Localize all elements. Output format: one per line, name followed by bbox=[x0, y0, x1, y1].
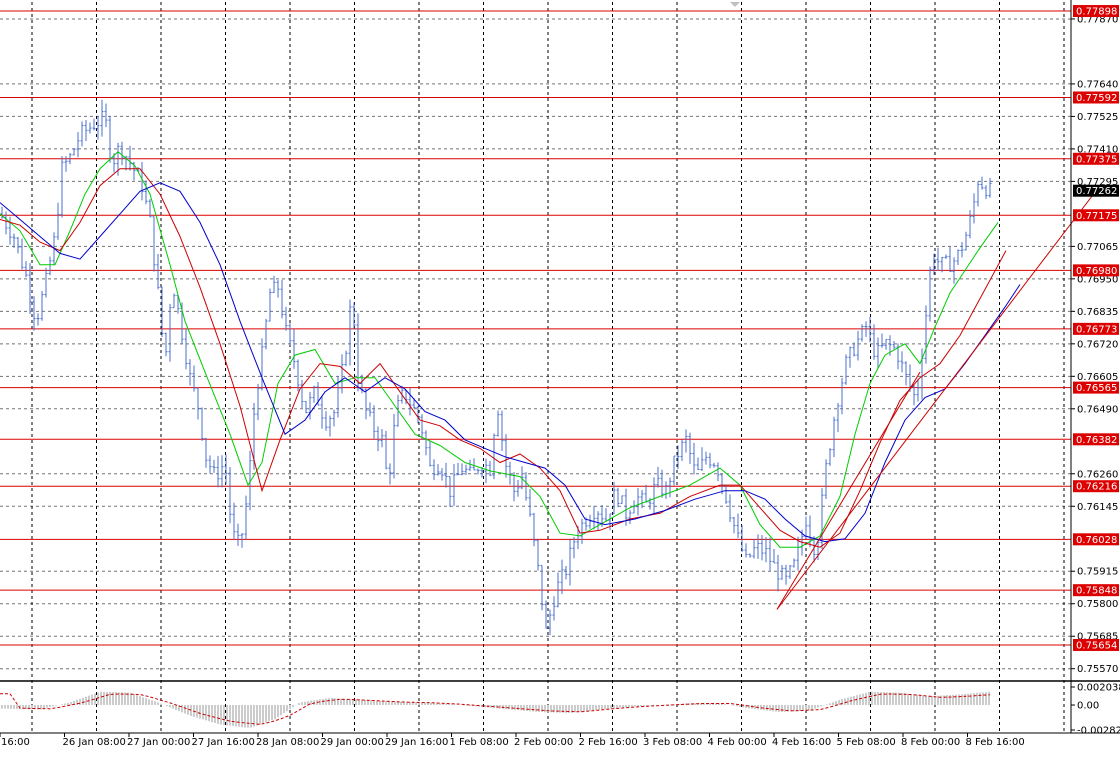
chart-root: 0.77870 0.77640 0.77525 0.77410 0.77295 0.770… bbox=[0, 0, 1120, 758]
osc-y-tick-label: 0.00 bbox=[1077, 701, 1099, 712]
y-tick-label: 0.76145 bbox=[1077, 502, 1118, 513]
x-tick-label: 2 Feb 16:00 bbox=[579, 737, 638, 748]
level-label: 0.75848 bbox=[1076, 586, 1117, 597]
y-tick-label: 0.77525 bbox=[1077, 112, 1118, 123]
x-tick-label: 1 Feb 08:00 bbox=[450, 737, 509, 748]
y-tick-label: 0.75800 bbox=[1077, 599, 1118, 610]
y-tick-label: 0.76605 bbox=[1077, 372, 1118, 383]
level-label: 0.76565 bbox=[1076, 383, 1117, 394]
level-label: 0.76980 bbox=[1076, 266, 1117, 277]
y-tick-label: 0.76490 bbox=[1077, 404, 1118, 415]
level-label: 0.77592 bbox=[1076, 93, 1117, 104]
x-tick-label: 28 Jan 08:00 bbox=[256, 737, 319, 748]
x-tick-label: 4 Feb 16:00 bbox=[772, 737, 831, 748]
y-tick-label: 0.77640 bbox=[1077, 79, 1118, 90]
x-tick-label: 27 Jan 00:00 bbox=[127, 737, 190, 748]
x-tick-label: 16:00 bbox=[1, 737, 30, 748]
x-tick-label: 8 Feb 16:00 bbox=[966, 737, 1025, 748]
osc-y-tick-label: -0.002822 bbox=[1077, 726, 1120, 737]
y-tick-label: 0.76720 bbox=[1077, 339, 1118, 350]
x-tick-label: 29 Jan 16:00 bbox=[385, 737, 448, 748]
y-tick-label: 0.75570 bbox=[1077, 664, 1118, 675]
x-tick-label: 29 Jan 00:00 bbox=[321, 737, 384, 748]
level-label: 0.75654 bbox=[1076, 640, 1117, 651]
level-label: 0.77898 bbox=[1076, 7, 1117, 18]
x-tick-label: 3 Feb 08:00 bbox=[643, 737, 702, 748]
current-price-label: 0.77262 bbox=[1076, 186, 1117, 197]
level-label: 0.76216 bbox=[1076, 482, 1117, 493]
x-tick-label: 4 Feb 00:00 bbox=[708, 737, 767, 748]
level-label: 0.77175 bbox=[1076, 211, 1117, 222]
level-label: 0.76382 bbox=[1076, 435, 1117, 446]
x-tick-label: 5 Feb 08:00 bbox=[837, 737, 896, 748]
level-label: 0.77375 bbox=[1076, 154, 1117, 165]
x-tick-label: 27 Jan 16:00 bbox=[192, 737, 255, 748]
price-chart: 0.778700.776400.775250.774100.772950.770… bbox=[0, 0, 1120, 758]
y-tick-label: 0.77065 bbox=[1077, 242, 1118, 253]
x-tick-label: 26 Jan 08:00 bbox=[63, 737, 126, 748]
x-tick-label: 8 Feb 00:00 bbox=[901, 737, 960, 748]
x-tick-label: 2 Feb 00:00 bbox=[514, 737, 573, 748]
y-tick-label: 0.75915 bbox=[1077, 567, 1118, 578]
level-label: 0.76773 bbox=[1076, 324, 1117, 335]
osc-y-tick-label: 0.002038 bbox=[1077, 683, 1120, 694]
level-label: 0.76028 bbox=[1076, 535, 1117, 546]
y-tick-label: 0.76835 bbox=[1077, 307, 1118, 318]
y-tick-label: 0.76260 bbox=[1077, 469, 1118, 480]
